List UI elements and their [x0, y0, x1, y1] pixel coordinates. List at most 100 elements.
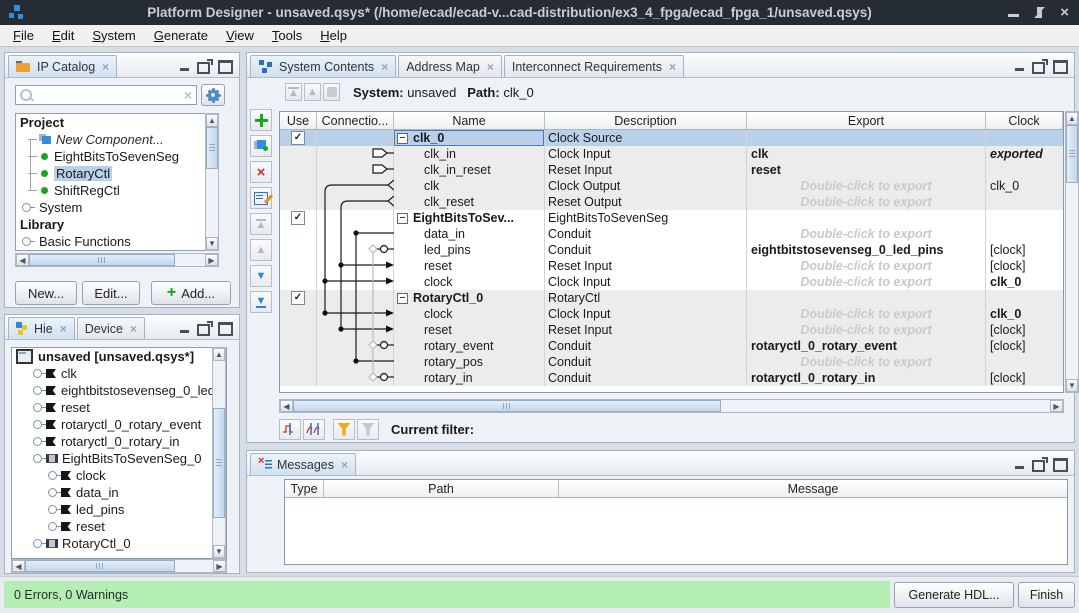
ip-tree-item-basic-functions[interactable]: Basic Functions: [16, 233, 218, 250]
ip-tree-item-rotaryctl[interactable]: RotaryCtl: [16, 165, 218, 182]
ip-tree-item-project[interactable]: Project: [16, 114, 218, 131]
export-cell[interactable]: eightbitstosevenseg_0_led_pins: [747, 242, 986, 258]
add-component-button[interactable]: [250, 135, 272, 157]
clock-cell[interactable]: [clock]: [986, 338, 1063, 354]
ip-tree-vertical-scrollbar[interactable]: ▲ ▼: [205, 113, 219, 251]
clock-cell[interactable]: [986, 194, 1063, 210]
table-row-led-pins[interactable]: led_pinsConduiteightbitstosevenseg_0_led…: [280, 242, 1063, 258]
column-header-name[interactable]: Name: [394, 112, 545, 129]
hierarchy-vertical-scrollbar[interactable]: ▲ ▼: [212, 347, 226, 559]
export-cell[interactable]: Double-click to export: [747, 178, 986, 194]
system-view-button[interactable]: [323, 83, 340, 101]
tab-ip-catalog[interactable]: IP Catalog ×: [8, 55, 117, 77]
table-row-clk-0[interactable]: ✓clk_0Clock Source: [280, 130, 1063, 146]
panel-maximize-icon[interactable]: [218, 60, 233, 74]
tab-system-contents[interactable]: System Contents ×: [250, 55, 396, 77]
connections-cell[interactable]: [317, 210, 394, 226]
tab-close-icon[interactable]: ×: [487, 60, 494, 74]
tab-close-icon[interactable]: ×: [341, 458, 348, 472]
connections-cell[interactable]: [317, 274, 394, 290]
name-cell[interactable]: clk_in_reset: [394, 162, 545, 178]
expand-toggle-icon[interactable]: [48, 505, 57, 514]
ip-tree-item-shiftregctl[interactable]: ShiftRegCtl: [16, 182, 218, 199]
clear-search-icon[interactable]: ×: [180, 87, 196, 103]
panel-maximize-icon[interactable]: [1053, 60, 1068, 74]
export-cell[interactable]: rotaryctl_0_rotary_event: [747, 338, 986, 354]
expand-toggle-icon[interactable]: [22, 237, 31, 246]
expand-toggle-icon[interactable]: [48, 471, 57, 480]
column-header-export[interactable]: Export: [747, 112, 986, 129]
panel-float-icon[interactable]: [197, 324, 210, 336]
collapse-icon[interactable]: [397, 213, 408, 224]
expand-toggle-icon[interactable]: [33, 420, 42, 429]
table-row-rotaryctl-0[interactable]: ✓RotaryCtl_0RotaryCtl: [280, 290, 1063, 306]
ip-tree-item-system[interactable]: System: [16, 199, 218, 216]
hierarchy-item-eightbitstosevenseg-0[interactable]: EightBitsToSevenSeg_0: [12, 450, 226, 467]
tab-hierarchy[interactable]: Hie ×: [8, 317, 75, 339]
connections-cell[interactable]: [317, 258, 394, 274]
expand-toggle-icon[interactable]: [48, 488, 57, 497]
export-cell[interactable]: Double-click to export: [747, 306, 986, 322]
hierarchy-item-led-pins[interactable]: led_pins: [12, 501, 226, 518]
connections-cell[interactable]: [317, 338, 394, 354]
menu-help[interactable]: Help: [311, 26, 356, 45]
name-cell[interactable]: RotaryCtl_0: [394, 290, 545, 306]
clock-cell[interactable]: [clock]: [986, 370, 1063, 386]
connections-cell[interactable]: [317, 306, 394, 322]
panel-float-icon[interactable]: [197, 62, 210, 74]
export-cell[interactable]: [747, 130, 986, 146]
use-checkbox[interactable]: ✓: [291, 131, 305, 145]
use-checkbox[interactable]: ✓: [291, 291, 305, 305]
name-cell[interactable]: rotary_in: [394, 370, 545, 386]
clock-cell[interactable]: [986, 226, 1063, 242]
move-up-hierarchy-button[interactable]: ▲: [285, 83, 302, 101]
ip-tree-horizontal-scrollbar[interactable]: ◀ ▶: [15, 253, 219, 267]
search-input[interactable]: [36, 87, 180, 103]
clock-cell[interactable]: clk_0: [986, 306, 1063, 322]
connections-cell[interactable]: [317, 162, 394, 178]
hierarchy-item-clk[interactable]: clk: [12, 365, 226, 382]
connections-cell[interactable]: [317, 194, 394, 210]
new-component-button[interactable]: New...: [15, 281, 77, 305]
connections-cell[interactable]: [317, 290, 394, 306]
panel-minimize-icon[interactable]: [1015, 68, 1024, 71]
panel-maximize-icon[interactable]: [218, 322, 233, 336]
tab-address-map[interactable]: Address Map ×: [398, 55, 502, 77]
tab-close-icon[interactable]: ×: [381, 60, 388, 74]
export-cell[interactable]: clk: [747, 146, 986, 162]
move-up-button[interactable]: ▲: [250, 239, 272, 261]
window-close-icon[interactable]: ×: [1060, 5, 1069, 20]
table-vertical-scrollbar[interactable]: ▲ ▼: [1065, 111, 1079, 393]
hierarchy-item-unsaved-unsaved-qsys-[interactable]: unsaved [unsaved.qsys*]: [12, 348, 226, 365]
clock-cell[interactable]: [986, 354, 1063, 370]
finish-button[interactable]: Finish: [1018, 582, 1075, 608]
name-cell[interactable]: EightBitsToSev...: [394, 210, 545, 226]
column-header-description[interactable]: Description: [545, 112, 747, 129]
column-header-connectio-[interactable]: Connectio...: [317, 112, 394, 129]
use-checkbox[interactable]: ✓: [291, 211, 305, 225]
clear-filter-button[interactable]: [357, 419, 379, 440]
edit-component-button[interactable]: Edit...: [82, 281, 140, 305]
clock-cell[interactable]: [clock]: [986, 322, 1063, 338]
connections-cell[interactable]: [317, 226, 394, 242]
export-cell[interactable]: Double-click to export: [747, 258, 986, 274]
expand-toggle-icon[interactable]: [33, 539, 42, 548]
menu-generate[interactable]: Generate: [145, 26, 217, 45]
name-cell[interactable]: clock: [394, 274, 545, 290]
filter-button[interactable]: [333, 419, 355, 440]
table-row-clk-in-reset[interactable]: clk_in_resetReset Inputreset: [280, 162, 1063, 178]
clock-cell[interactable]: [986, 290, 1063, 306]
connections-cell[interactable]: [317, 370, 394, 386]
name-cell[interactable]: data_in: [394, 226, 545, 242]
connections-cell[interactable]: [317, 354, 394, 370]
hierarchy-item-eightbitstosevenseg-0-led-[interactable]: eightbitstosevenseg_0_led_: [12, 382, 226, 399]
hierarchy-item-data-in[interactable]: data_in: [12, 484, 226, 501]
ip-settings-button[interactable]: [201, 84, 225, 106]
table-row-clk[interactable]: clkClock OutputDouble-click to exportclk…: [280, 178, 1063, 194]
add-component-button[interactable]: +Add...: [151, 281, 231, 305]
tab-close-icon[interactable]: ×: [60, 322, 67, 336]
window-restore-icon[interactable]: [1034, 7, 1045, 18]
column-header-clock[interactable]: Clock: [986, 112, 1063, 129]
clock-cell[interactable]: clk_0: [986, 178, 1063, 194]
move-up-button[interactable]: ▲: [304, 83, 321, 101]
